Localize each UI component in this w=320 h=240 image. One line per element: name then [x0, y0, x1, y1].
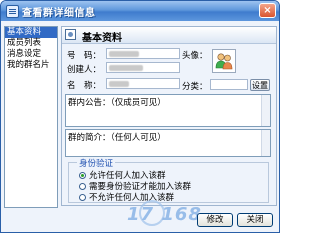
- group-avatar[interactable]: [212, 49, 236, 73]
- sidebar-item-message-settings[interactable]: 消息设定: [5, 49, 57, 60]
- info-card-icon: [65, 29, 76, 40]
- group-number-field[interactable]: [106, 48, 180, 59]
- modify-button[interactable]: 修改: [197, 213, 233, 227]
- radio-unselected-icon: [79, 183, 86, 190]
- radio-selected-icon: [79, 172, 86, 179]
- announcement-box[interactable]: 群内公告：（仅成员可见）: [65, 94, 271, 127]
- category-field[interactable]: [210, 79, 248, 90]
- close-dialog-button[interactable]: 关闭: [237, 213, 273, 227]
- window-title: 查看群详细信息: [22, 8, 96, 19]
- redacted-number: [109, 50, 139, 57]
- announcement-scrollbar[interactable]: [261, 95, 270, 126]
- announcement-label: 群内公告：（仅成员可见）: [68, 98, 166, 108]
- sidebar-item-my-group-card[interactable]: 我的群名片: [5, 60, 57, 71]
- creator-field[interactable]: [106, 62, 180, 73]
- redacted-creator: [109, 64, 143, 71]
- name-label: 名 称：: [67, 81, 102, 91]
- basic-info-panel: 基本资料 号 码： 创建人： 名 称： 头像： 分类： 设置 群内公告：（仅成员…: [61, 26, 277, 206]
- group-people-icon: [215, 53, 233, 70]
- avatar-label: 头像：: [182, 51, 208, 61]
- creator-label: 创建人：: [67, 65, 102, 75]
- title-bar[interactable]: 查看群详细信息 ×: [1, 1, 279, 21]
- close-button[interactable]: ×: [259, 3, 276, 18]
- verification-group: 身份验证 允许任何人加入该群 需要身份验证才能加入该群 不允许任何人加入该群: [68, 157, 269, 203]
- intro-scrollbar[interactable]: [261, 130, 270, 156]
- radio-allow-none[interactable]: 不允许任何人加入该群: [79, 191, 174, 203]
- redacted-name: [109, 80, 129, 87]
- group-info-window: 查看群详细信息 × 基本资料 成员列表 消息设定 我的群名片 基本资料 号 码：…: [0, 0, 280, 233]
- panel-header: 基本资料: [62, 27, 276, 44]
- number-label: 号 码：: [67, 51, 102, 61]
- category-label: 分类：: [182, 82, 208, 92]
- group-name-field[interactable]: [106, 78, 180, 89]
- intro-box[interactable]: 群的简介：（任何人可见）: [65, 129, 271, 157]
- radio-label: 不允许任何人加入该群: [89, 193, 175, 203]
- sidebar-item-member-list[interactable]: 成员列表: [5, 38, 57, 49]
- intro-label: 群的简介：（任何人可见）: [68, 133, 166, 143]
- panel-title: 基本资料: [82, 33, 122, 44]
- window-icon: [6, 5, 19, 18]
- watermark: 17 168: [127, 204, 202, 225]
- sidebar: 基本资料 成员列表 消息设定 我的群名片: [4, 26, 58, 208]
- radio-unselected-icon: [79, 194, 86, 201]
- verification-title: 身份验证: [77, 157, 116, 169]
- settings-button[interactable]: 设置: [250, 79, 270, 91]
- sidebar-item-basic-info[interactable]: 基本资料: [5, 27, 57, 38]
